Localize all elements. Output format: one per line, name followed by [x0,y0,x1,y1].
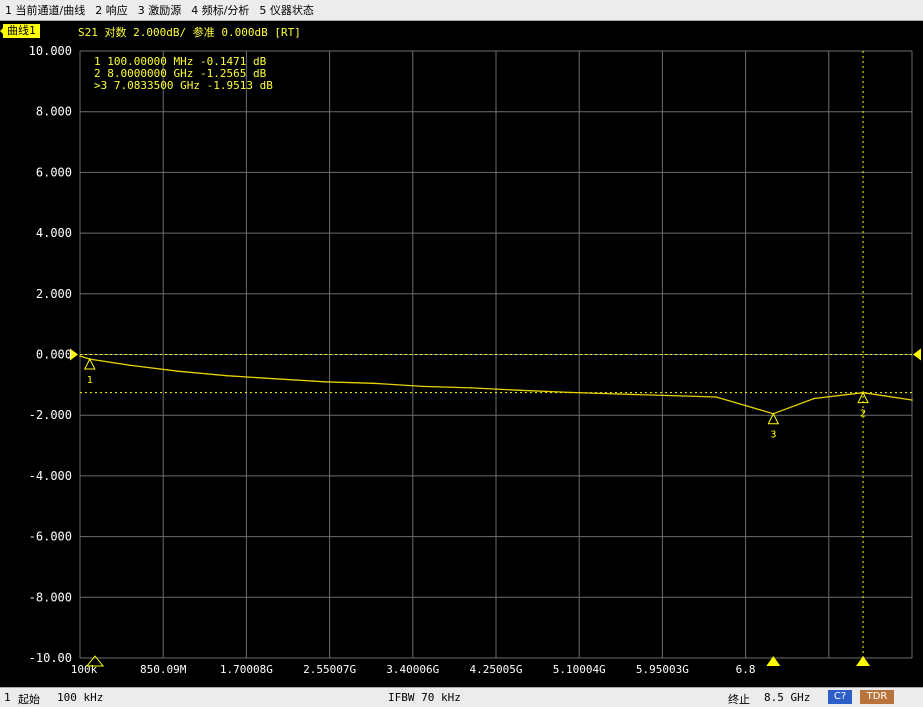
menu-response[interactable]: 2 响应 [90,2,133,18]
stop-label: 终止 [728,693,750,706]
marker-table: 1 100.00000 MHz -0.1471 dB 2 8.0000000 G… [94,55,273,92]
y-tick-label: -10.00 [29,651,72,665]
marker-symbol-label: 3 [770,430,776,441]
trace-point [226,374,228,377]
trace-point [470,387,473,389]
trace-channel-tag[interactable]: 曲线1 [0,24,40,38]
marker-reading-unit: dB [253,79,273,92]
plot-background [0,42,923,687]
trace-parameter: S21 [78,26,98,39]
trace-point [79,355,81,357]
y-tick-label: 10.000 [29,44,72,58]
status-channel-index: 1 [4,691,11,704]
y-tick-label: 4.000 [36,226,72,240]
trace-point [421,385,424,388]
menu-stimulus[interactable]: 3 激励源 [133,2,187,18]
x-tick-label: 6.8 [736,663,756,676]
trace-title-bar: 曲线1 S21 对数 2.000dB/ 参准 0.000dB [RT] [0,21,923,41]
trace-point [568,391,571,394]
marker-id: >3 [94,79,107,92]
x-tick-label: 2.55007G [303,663,356,676]
x-tick-label: 850.09M [140,663,187,676]
status-bar: 1 起始 100 kHz IFBW 70 kHz 终止 8.5 GHz C? T… [0,687,923,707]
y-tick-label: 6.000 [36,165,72,179]
x-tick-label: 1.70008G [220,663,273,676]
menu-bar: 1 当前通道/曲线 2 响应 3 激励源 4 频标/分析 5 仪器状态 [0,0,923,21]
start-label: 起始 [18,693,40,706]
start-value[interactable]: 100 kHz [57,691,103,704]
menu-marker-analysis[interactable]: 4 频标/分析 [186,2,254,18]
y-tick-label: 8.000 [36,105,72,119]
stop-value[interactable]: 8.5 GHz [764,691,810,704]
x-tick-label: 4.25005G [470,663,523,676]
y-tick-label: 0.000 [36,348,72,362]
trace-point [519,389,522,392]
y-tick-label: -4.000 [29,469,72,483]
marker-stimulus-unit: GHz [173,79,200,92]
trace-point [617,393,620,395]
measurement-plot: 10.000 8.000 6.000 4.000 2.000 0.000 -2.000 -4.… [0,42,923,687]
trace-point [911,399,913,401]
trace-scale-value: 2.000dB/ [133,26,187,39]
x-tick-label: 5.95003G [636,663,689,676]
trace-ref-label: 参准 [192,26,215,39]
trace-ref-value: 0.000dB [221,26,268,39]
trace-scale-label: 对数 [104,26,127,39]
y-tick-label: -8.000 [29,590,72,604]
marker-table-row[interactable]: >3 7.0833500 GHz -1.9513 dB [94,79,273,92]
trace-point [128,364,130,366]
marker-stimulus: 7.0833500 [107,79,173,92]
x-tick-label: 3.40006G [386,663,439,676]
trace-point [715,396,718,398]
trace-point [274,377,277,380]
trace-point [323,381,326,383]
marker-reading: -1.9513 [200,79,253,92]
tdr-button[interactable]: TDR [860,690,894,704]
trace-point [813,397,815,400]
menu-instrument-state[interactable]: 5 仪器状态 [254,2,319,18]
menu-channel-trace[interactable]: 1 当前通道/曲线 [0,2,90,18]
x-axis-ticks: 100k 850.09M 1.70008G 2.55007G 3.40006G 4.250… [71,663,756,676]
calibration-button[interactable]: C? [828,690,852,704]
y-tick-label: -6.000 [29,530,72,544]
x-tick-label: 5.10004G [553,663,606,676]
marker-symbol-label: 2 [860,409,866,420]
trace-point [666,394,669,397]
marker-symbol-label: 1 [87,375,93,386]
y-tick-label: -2.000 [29,408,72,422]
trace-point [372,382,375,385]
ifbw-value[interactable]: IFBW 70 kHz [388,691,461,704]
x-tick-label: 100k [71,663,98,676]
y-tick-label: 2.000 [36,287,72,301]
analyzer-window: 1 当前通道/曲线 2 响应 3 激励源 4 频标/分析 5 仪器状态 曲线1 … [0,0,923,707]
trace-rt: [RT] [274,26,301,39]
trace-description: S21 对数 2.000dB/ 参准 0.000dB [RT] [78,24,301,40]
trace-point [177,370,179,372]
